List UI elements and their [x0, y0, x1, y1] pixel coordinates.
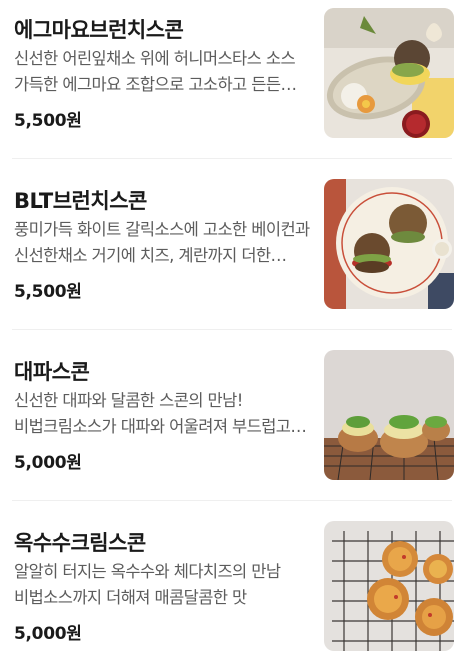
divider	[12, 158, 452, 159]
menu-item-price: 5,000원	[14, 624, 82, 644]
menu-item-blt-brunch-scone[interactable]: BLT브런치스콘 풍미가득 화이트 갈릭소스에 고소한 베이컨과 신선한채소 거…	[0, 171, 464, 342]
green-onion-scone-photo[interactable]	[324, 350, 454, 480]
menu-item-green-onion-scone[interactable]: 대파스콘 신선한 대파와 달콤한 스콘의 만남! 비법크림소스가 대파와 어울려…	[0, 342, 464, 513]
divider	[12, 500, 452, 501]
menu-item-description: 신선한 어린잎채소 위에 허니머스타스 소스 가득한 에그마요 조합으로 고소하…	[14, 49, 296, 94]
egg-mayo-scone-photo[interactable]	[324, 8, 454, 138]
menu-item-description: 알알히 터지는 옥수수와 체다치즈의 만남 비법소스까지 더해져 매콤달콤한 맛	[14, 562, 281, 607]
corn-cream-scone-illustration	[324, 521, 454, 651]
corn-cream-scone-photo[interactable]	[324, 521, 454, 651]
menu-item-name: 옥수수크림스콘	[14, 531, 146, 555]
egg-mayo-scone-illustration	[324, 8, 454, 138]
menu-item-name: 대파스콘	[14, 360, 90, 384]
menu-item-egg-mayo-brunch-scone[interactable]: 에그마요브런치스콘 신선한 어린잎채소 위에 허니머스타스 소스 가득한 에그마…	[0, 0, 464, 171]
menu-item-name: 에그마요브런치스콘	[14, 18, 184, 42]
menu-item-description: 신선한 대파와 달콤한 스콘의 만남! 비법크림소스가 대파와 어울려져 부드럽…	[14, 391, 291, 436]
menu-item-corn-cream-scone[interactable]: 옥수수크림스콘 알알히 터지는 옥수수와 체다치즈의 만남 비법소스까지 더해져…	[0, 513, 464, 664]
divider	[12, 329, 452, 330]
menu-item-price: 5,500원	[14, 282, 82, 302]
menu-list: 에그마요브런치스콘 신선한 어린잎채소 위에 허니머스타스 소스 가득한 에그마…	[0, 0, 464, 664]
menu-item-price: 5,500원	[14, 111, 82, 131]
blt-scone-illustration	[324, 179, 454, 309]
menu-item-description: 풍미가득 화이트 갈릭소스에 고소한 베이컨과 신선한채소 거기에 치즈, 계란…	[14, 220, 310, 265]
menu-item-price: 5,000원	[14, 453, 82, 473]
green-onion-scone-illustration	[324, 350, 454, 480]
blt-scone-photo[interactable]	[324, 179, 454, 309]
menu-item-name: BLT브런치스콘	[14, 189, 147, 213]
